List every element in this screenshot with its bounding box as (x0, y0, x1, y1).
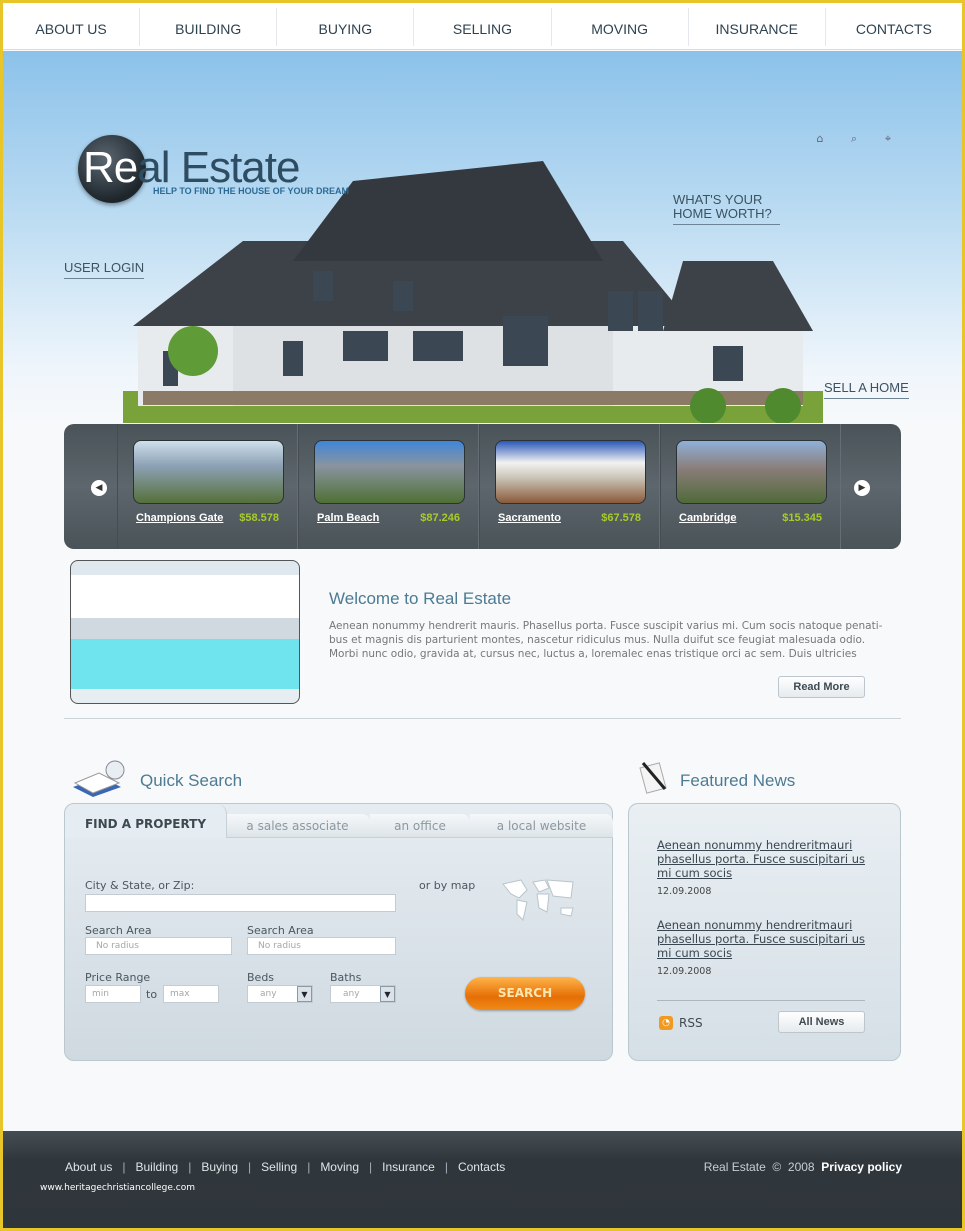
search-area-input-2[interactable]: No radius (247, 937, 396, 955)
prev-arrow-icon[interactable]: ◀ (91, 480, 107, 496)
listing-price: $15.345 (782, 512, 822, 524)
header-icons: ⌂ ⌕ ⌖ (793, 127, 895, 146)
baths-select[interactable]: any ▼ (330, 985, 396, 1003)
listing-thumbnail[interactable] (133, 440, 284, 504)
logo-rest: al Estate (137, 143, 300, 192)
nav-moving[interactable]: MOVING (552, 8, 689, 46)
featured-news-title: Featured News (680, 771, 796, 790)
footer-right: Real Estate © 2008 Privacy policy (704, 1160, 902, 1174)
listing-price: $87.246 (420, 512, 460, 524)
search-button[interactable]: SEARCH (465, 977, 585, 1010)
footer-link-contacts[interactable]: Contacts (458, 1160, 505, 1174)
tab-office[interactable]: an office (370, 814, 470, 838)
pool-image (70, 560, 300, 704)
listing-name[interactable]: Champions Gate (136, 512, 223, 524)
tab-local-website[interactable]: a local website (470, 814, 613, 838)
nav-about-us[interactable]: ABOUT US (3, 8, 141, 46)
to-label: to (146, 988, 158, 1001)
hero-banner: Real Estate HELP TO FIND THE HOUSE OF YO… (3, 51, 962, 423)
quick-search-title: Quick Search (140, 771, 243, 790)
listing-name[interactable]: Cambridge (679, 512, 736, 524)
footer-link-moving[interactable]: Moving (320, 1160, 359, 1174)
tab-sales-associate[interactable]: a sales associate (225, 814, 370, 838)
nav-contacts[interactable]: CONTACTS (826, 8, 962, 46)
beds-value: any (260, 989, 277, 999)
beds-select[interactable]: any ▼ (247, 985, 313, 1003)
welcome-title: Welcome to Real Estate (329, 589, 512, 608)
read-more-button[interactable]: Read More (778, 676, 865, 698)
price-range-label: Price Range (85, 971, 151, 984)
news-divider (657, 1000, 865, 1001)
map-label: or by map (419, 879, 476, 892)
footer-links: About us | Building | Buying | Selling | Moving |… (65, 1160, 506, 1174)
all-news-button[interactable]: All News (778, 1011, 865, 1033)
listing-item[interactable]: Cambridge $15.345 (660, 424, 841, 549)
rss-icon[interactable]: ◔ (659, 1016, 673, 1030)
divider (64, 718, 901, 719)
listing-thumbnail[interactable] (676, 440, 827, 504)
city-input[interactable] (85, 894, 396, 912)
nav-building[interactable]: BUILDING (140, 8, 278, 46)
user-login-link[interactable]: USER LOGIN (64, 260, 145, 279)
footer-link-insurance[interactable]: Insurance (382, 1160, 435, 1174)
home-icon[interactable]: ⌂ (813, 132, 827, 145)
footer-link-about[interactable]: About us (65, 1160, 112, 1174)
listing-price: $58.578 (239, 512, 279, 524)
privacy-policy-link[interactable]: Privacy policy (821, 1160, 902, 1174)
pen-paper-icon (637, 759, 671, 795)
tagline: HELP TO FIND THE HOUSE OF YOUR DREAM (153, 186, 350, 196)
footer-link-selling[interactable]: Selling (261, 1160, 297, 1174)
locate-icon[interactable]: ⌖ (881, 132, 895, 146)
world-map-icon[interactable] (499, 876, 579, 924)
featured-news-panel: Aenean nonummy hendreritmauri phasellus … (628, 803, 901, 1061)
magnifier-book-icon (71, 759, 129, 799)
listing-name[interactable]: Palm Beach (317, 512, 379, 524)
home-worth-line1: WHAT'S YOUR (673, 192, 763, 207)
logo-re: Re (83, 143, 138, 192)
page: ABOUT US BUILDING BUYING SELLING MOVING … (3, 3, 962, 1228)
listing-item[interactable]: Sacramento $67.578 (479, 424, 660, 549)
listing-price: $67.578 (601, 512, 641, 524)
news-link[interactable]: Aenean nonummy hendreritmauri phasellus … (657, 918, 872, 960)
news-date: 12.09.2008 (657, 886, 712, 897)
footer-link-buying[interactable]: Buying (201, 1160, 238, 1174)
price-max-input[interactable]: max (163, 985, 219, 1003)
news-date: 12.09.2008 (657, 966, 712, 977)
welcome-text: Aenean nonummy hendrerit mauris. Phasell… (329, 620, 883, 660)
search-icon[interactable]: ⌕ (847, 132, 861, 146)
top-nav: ABOUT US BUILDING BUYING SELLING MOVING … (3, 3, 962, 50)
nav-buying[interactable]: BUYING (277, 8, 415, 46)
price-min-input[interactable]: min (85, 985, 141, 1003)
nav-selling[interactable]: SELLING (414, 8, 552, 46)
listing-thumbnail[interactable] (314, 440, 465, 504)
search-area-input[interactable]: No radius (85, 937, 232, 955)
chevron-down-icon[interactable]: ▼ (380, 986, 395, 1002)
listing-item[interactable]: Champions Gate $58.578 (117, 424, 298, 549)
listings-carousel: ◀ Champions Gate $58.578 Palm Beach $87.24… (64, 424, 901, 549)
watermark: www.heritagechristiancollege.com (40, 1183, 195, 1193)
beds-label: Beds (247, 971, 275, 984)
sell-home-link[interactable]: SELL A HOME (824, 380, 909, 399)
news-link[interactable]: Aenean nonummy hendreritmauri phasellus … (657, 838, 872, 880)
listing-name[interactable]: Sacramento (498, 512, 561, 524)
home-worth-link[interactable]: WHAT'S YOUR HOME WORTH? (673, 193, 780, 225)
quick-search-panel: a sales associate an office a local webs… (64, 803, 613, 1061)
chevron-down-icon[interactable]: ▼ (297, 986, 312, 1002)
tab-find-property[interactable]: FIND A PROPERTY (65, 804, 227, 838)
nav-insurance[interactable]: INSURANCE (689, 8, 826, 46)
home-worth-line2: HOME WORTH? (673, 206, 772, 221)
copyright: Real Estate © 2008 (703, 1160, 815, 1174)
rss-link[interactable]: RSS (679, 1016, 703, 1030)
footer: About us | Building | Buying | Selling | Moving |… (3, 1131, 962, 1228)
footer-link-building[interactable]: Building (136, 1160, 179, 1174)
next-arrow-icon[interactable]: ▶ (854, 480, 870, 496)
city-label: City & State, or Zip: (85, 879, 195, 892)
baths-value: any (343, 989, 360, 999)
search-area-label-2: Search Area (247, 924, 314, 937)
search-area-label: Search Area (85, 924, 152, 937)
listing-thumbnail[interactable] (495, 440, 646, 504)
baths-label: Baths (330, 971, 362, 984)
listing-item[interactable]: Palm Beach $87.246 (298, 424, 479, 549)
